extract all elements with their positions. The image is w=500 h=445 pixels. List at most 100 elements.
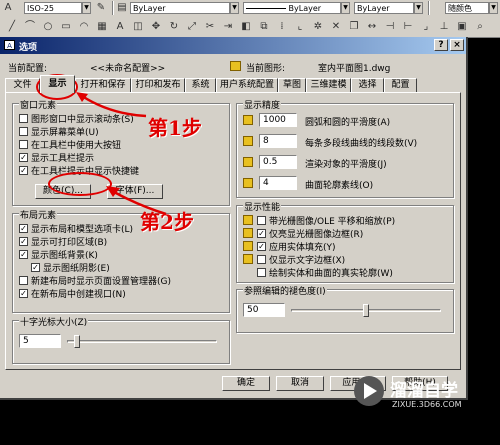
dropdown-arrow-icon[interactable]: ▼: [82, 2, 91, 14]
xref-fade-group: 参照编辑的褪色度(I) 50: [236, 284, 454, 333]
tab-drafting[interactable]: 草图: [278, 78, 306, 92]
checkmark-icon[interactable]: ✓: [19, 152, 28, 162]
checkmark-icon[interactable]: ✓: [19, 249, 28, 259]
checkbox-box[interactable]: [19, 275, 28, 285]
crosshair-slider-thumb[interactable]: [74, 335, 81, 348]
text-tool-icon[interactable]: A: [114, 21, 126, 33]
extend-tool-icon[interactable]: ⇥: [222, 21, 234, 33]
checkbox-box[interactable]: [19, 139, 28, 149]
dimension-icon[interactable]: ✎: [95, 2, 107, 14]
ok-button[interactable]: 确定: [222, 376, 270, 391]
raster-frame-checkbox[interactable]: ✓ 仅亮显光栅图像边框(R): [257, 227, 363, 240]
arc-tool-icon[interactable]: ◠: [78, 21, 90, 33]
raster-pan-zoom-checkbox[interactable]: 带光栅图像/OLE 平移和缩放(P): [257, 214, 395, 227]
checkmark-icon[interactable]: ✓: [257, 228, 266, 238]
dropdown-arrow-icon[interactable]: ▼: [230, 2, 239, 14]
cancel-button[interactable]: 取消: [276, 376, 324, 391]
circle-tool-icon[interactable]: ○: [42, 21, 54, 33]
rectangle-tool-icon[interactable]: ▭: [60, 21, 72, 33]
polyline-segments-label: 每条多段线曲线的线段数(V): [305, 139, 418, 149]
drawing-setting-icon: [243, 215, 253, 225]
measure-tool-icon[interactable]: ⊥: [438, 21, 450, 33]
watermark-url: ZIXUE.3D66.COM: [392, 400, 462, 409]
create-viewport-checkbox[interactable]: ✓ 在新布局中创建视口(N): [19, 287, 126, 300]
tab-files[interactable]: 文件: [5, 78, 40, 92]
layout-tabs-checkbox[interactable]: ✓ 显示布局和模型选项卡(L): [19, 222, 133, 235]
checkbox-box[interactable]: [19, 113, 28, 123]
stretch-tool-icon[interactable]: ↔: [366, 21, 378, 33]
crosshair-size-input[interactable]: 5: [19, 334, 61, 348]
polyline-tool-icon[interactable]: ⌒: [24, 21, 36, 33]
zoom-tool-icon[interactable]: ⌕: [474, 21, 486, 33]
xref-fade-slider-thumb[interactable]: [363, 304, 369, 317]
checkbox-box[interactable]: [257, 215, 266, 225]
checkmark-icon[interactable]: ✓: [19, 165, 28, 175]
true-silhouettes-checkbox[interactable]: 绘制实体和曲面的真实轮廓(W): [257, 266, 393, 279]
text-frame-checkbox[interactable]: 仅显示文字边框(X): [257, 253, 345, 266]
move-tool-icon[interactable]: ✥: [150, 21, 162, 33]
arc-smoothness-input[interactable]: 1000: [259, 113, 297, 127]
plotstyle-dropdown[interactable]: 随颜色: [445, 2, 489, 14]
scale-tool-icon[interactable]: ⤢: [186, 21, 198, 33]
line-tool-icon[interactable]: ╱: [6, 21, 18, 33]
tab-display[interactable]: 显示: [40, 75, 75, 93]
checkmark-icon[interactable]: ✓: [19, 288, 28, 298]
dropdown-arrow-icon[interactable]: ▼: [341, 2, 350, 14]
offset-tool-icon[interactable]: ⧉: [258, 21, 270, 33]
help-icon[interactable]: ?: [434, 39, 448, 51]
checkmark-icon[interactable]: ✓: [257, 241, 266, 251]
paper-shadow-checkbox[interactable]: ✓ 显示图纸阴影(E): [31, 261, 110, 274]
chamfer-tool-icon[interactable]: ⌟: [420, 21, 432, 33]
explode-tool-icon[interactable]: ✲: [312, 21, 324, 33]
linetype-dropdown[interactable]: ByLayer: [243, 2, 341, 14]
tab-system[interactable]: 系统: [185, 78, 216, 92]
fillet-tool-icon[interactable]: ⌞: [294, 21, 306, 33]
array-tool-icon[interactable]: ⁞: [276, 21, 288, 33]
app-icon: A: [4, 40, 15, 50]
xref-fade-input[interactable]: 50: [243, 303, 285, 317]
trim-tool-icon[interactable]: ✂: [204, 21, 216, 33]
tab-selection[interactable]: 选择: [351, 78, 384, 92]
checkbox-box[interactable]: [19, 126, 28, 136]
drawing-setting-icon: [243, 178, 253, 188]
large-buttons-checkbox[interactable]: 在工具栏中使用大按钮: [19, 138, 121, 151]
polyline-segments-input[interactable]: 8: [259, 134, 297, 148]
rotate-tool-icon[interactable]: ↻: [168, 21, 180, 33]
render-smoothness-input[interactable]: 0.5: [259, 155, 297, 169]
printable-area-checkbox[interactable]: ✓ 显示可打印区域(B): [19, 235, 107, 248]
mirror-tool-icon[interactable]: ◧: [240, 21, 252, 33]
tab-profiles[interactable]: 配置: [384, 78, 417, 92]
tab-user-preferences[interactable]: 用户系统配置: [216, 78, 278, 92]
checkmark-icon[interactable]: ✓: [19, 223, 28, 233]
dropdown-arrow-icon[interactable]: ▼: [489, 2, 498, 14]
checkmark-icon[interactable]: ✓: [31, 262, 40, 272]
lineweight-dropdown[interactable]: ByLayer: [354, 2, 414, 14]
break-tool-icon[interactable]: ⊣: [384, 21, 396, 33]
hatch-tool-icon[interactable]: ▦: [96, 21, 108, 33]
paper-background-checkbox[interactable]: ✓ 显示图纸背景(K): [19, 248, 98, 261]
color-dropdown[interactable]: ByLayer: [130, 2, 230, 14]
page-setup-manager-checkbox[interactable]: 新建布局时显示页面设置管理器(G): [19, 274, 171, 287]
layer-properties-icon[interactable]: ▤: [116, 2, 128, 14]
options-dialog: A 选项 ? × 当前配置: <<未命名配置>> 当前图形: 室内平面图1.dw…: [0, 37, 468, 400]
property-toolbar: A ISO-25 ▼ ✎ ▤ ByLayer ▼ ByLayer ▼ ByLay…: [0, 0, 500, 18]
block-tool-icon[interactable]: ◫: [132, 21, 144, 33]
checkmark-icon[interactable]: ✓: [19, 236, 28, 246]
tab-3d-modeling[interactable]: 三维建模: [306, 78, 351, 92]
checkbox-box[interactable]: [257, 254, 266, 264]
contour-lines-input[interactable]: 4: [259, 176, 297, 190]
solid-fill-checkbox[interactable]: ✓ 应用实体填充(Y): [257, 240, 336, 253]
screen-menu-checkbox[interactable]: 显示屏幕菜单(U): [19, 125, 99, 138]
copy-tool-icon[interactable]: ❐: [348, 21, 360, 33]
annotation-arrow-1: [76, 92, 147, 118]
dimstyle-dropdown[interactable]: ISO-25: [24, 2, 82, 14]
close-icon[interactable]: ×: [450, 39, 464, 51]
dropdown-arrow-icon[interactable]: ▼: [414, 2, 423, 14]
checkbox-box[interactable]: [257, 267, 266, 277]
tooltips-checkbox[interactable]: ✓ 显示工具栏提示: [19, 151, 94, 164]
erase-tool-icon[interactable]: ✕: [330, 21, 342, 33]
properties-tool-icon[interactable]: ▣: [456, 21, 468, 33]
join-tool-icon[interactable]: ⊢: [402, 21, 414, 33]
crosshair-slider-track[interactable]: [67, 340, 217, 343]
step1-annotation: 第1步: [148, 116, 202, 140]
